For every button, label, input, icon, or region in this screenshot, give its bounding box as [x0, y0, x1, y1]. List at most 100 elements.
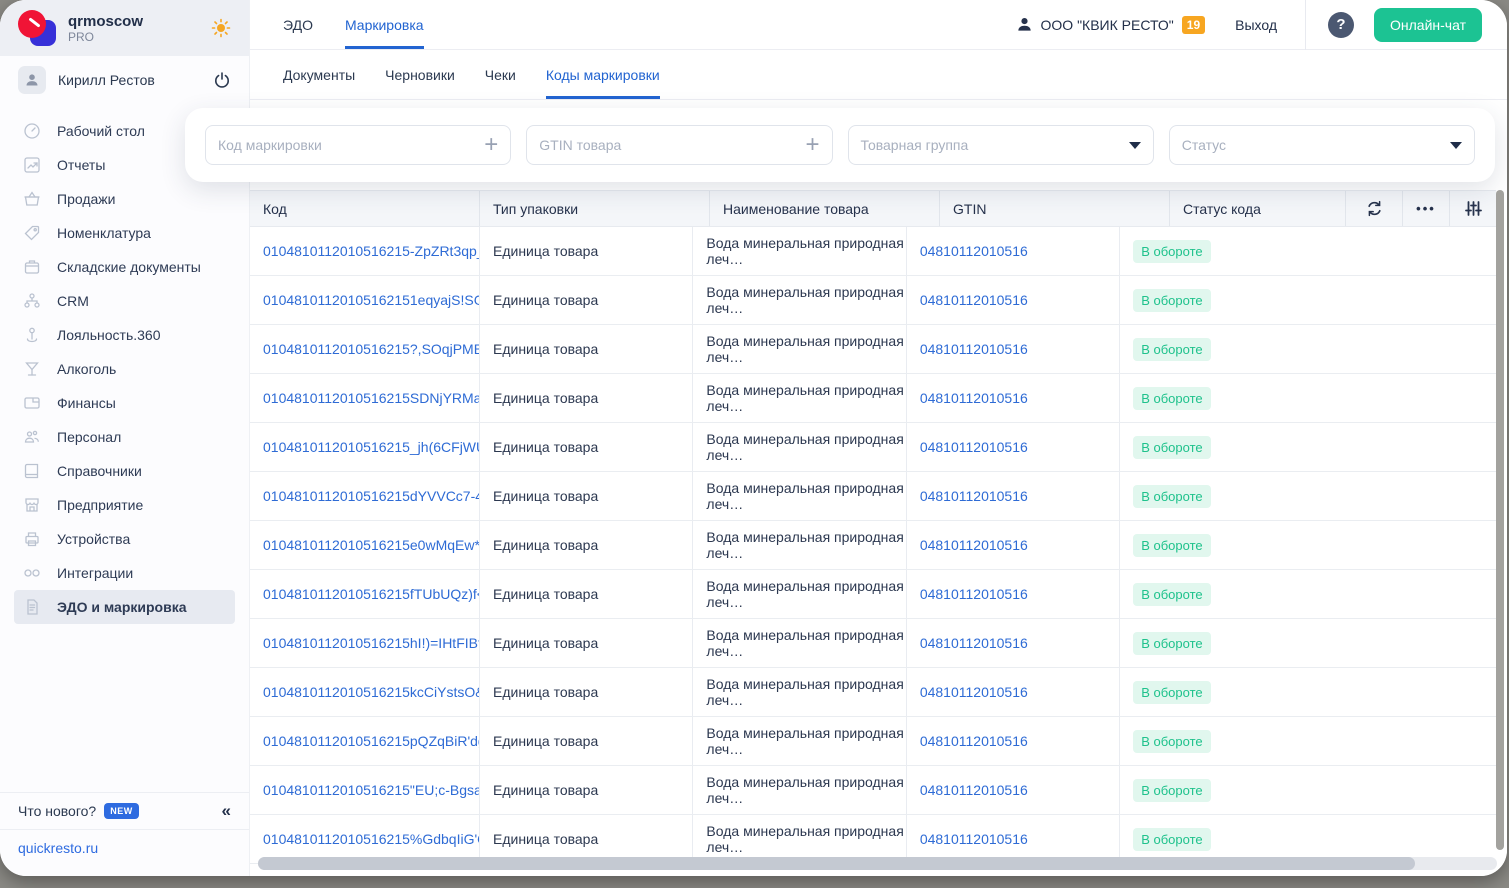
- sidebar-item-edo[interactable]: ЭДО и маркировка: [14, 590, 235, 624]
- sidebar-item-warehouse-docs[interactable]: Складские документы: [14, 250, 235, 284]
- vertical-scrollbar[interactable]: [1496, 190, 1504, 850]
- col-product[interactable]: Наименование товара: [710, 191, 940, 226]
- status-select[interactable]: Статус: [1169, 125, 1475, 165]
- sidebar-item-references[interactable]: Справочники: [14, 454, 235, 488]
- col-packaging[interactable]: Тип упаковки: [480, 191, 710, 226]
- table-row: 0104810112010516215fTUbUQz)f<8u Единица т…: [250, 570, 1496, 619]
- cell-packaging: Единица товара: [480, 276, 693, 324]
- more-actions-button[interactable]: •••: [1403, 191, 1450, 226]
- col-gtin[interactable]: GTIN: [940, 191, 1170, 226]
- sidebar-item-alcohol[interactable]: Алкоголь: [14, 352, 235, 386]
- user-row: Кирилл Рестов: [0, 56, 249, 104]
- col-code[interactable]: Код: [250, 191, 480, 226]
- sidebar-item-loyalty[interactable]: Лояльность.360: [14, 318, 235, 352]
- add-code-filter-icon[interactable]: +: [484, 135, 498, 155]
- gtin-link[interactable]: 04810112010516: [920, 292, 1028, 308]
- gtin-link[interactable]: 04810112010516: [920, 439, 1028, 455]
- packaging-type: Единица товара: [493, 439, 598, 455]
- cell-code: 0104810112010516215hI!)=IHtFIBt: [250, 619, 480, 667]
- cell-status: В обороте: [1120, 570, 1496, 618]
- sidebar-item-devices[interactable]: Устройства: [14, 522, 235, 556]
- online-chat-button[interactable]: Онлайн-чат: [1374, 8, 1482, 42]
- martini-icon: [22, 360, 42, 378]
- status-badge: В обороте: [1133, 828, 1210, 851]
- cell-status: В обороте: [1120, 815, 1496, 863]
- status-badge: В обороте: [1133, 436, 1210, 459]
- marking-code-link[interactable]: 0104810112010516215"EU;c-BgsaXw: [263, 782, 479, 798]
- whats-new-link[interactable]: Что нового?: [18, 803, 96, 819]
- column-settings-button[interactable]: [1450, 191, 1496, 226]
- sidebar-item-staff[interactable]: Персонал: [14, 420, 235, 454]
- packaging-type: Единица товара: [493, 586, 598, 602]
- cell-packaging: Единица товара: [480, 521, 693, 569]
- gtin-link[interactable]: 04810112010516: [920, 488, 1028, 504]
- gtin-link[interactable]: 04810112010516: [920, 537, 1028, 553]
- brand-plan: PRO: [68, 30, 143, 44]
- quickresto-site-link[interactable]: quickresto.ru: [18, 840, 98, 856]
- sidebar-item-label: Справочники: [57, 463, 142, 479]
- packaging-type: Единица товара: [493, 635, 598, 651]
- horizontal-scrollbar[interactable]: [258, 857, 1497, 870]
- add-gtin-filter-icon[interactable]: +: [805, 135, 819, 155]
- marking-code-link[interactable]: 0104810112010516215e0wMqEw*k,'s: [263, 537, 479, 553]
- loyalty-icon: [22, 326, 42, 344]
- tab-marking[interactable]: Маркировка: [345, 0, 424, 49]
- marking-code-link[interactable]: 0104810112010516215?,SOqjPMBC…: [263, 341, 479, 357]
- subtab-drafts[interactable]: Черновики: [385, 50, 455, 99]
- marking-code-link[interactable]: 0104810112010516215%GdbqIiG'OPr: [263, 831, 479, 847]
- theme-sun-icon[interactable]: [211, 18, 231, 38]
- marking-code-link[interactable]: 0104810112010516215_jh(6CFjWU+x: [263, 439, 479, 455]
- gtin-link[interactable]: 04810112010516: [920, 733, 1028, 749]
- gtin-link[interactable]: 04810112010516: [920, 635, 1028, 651]
- marking-code-link[interactable]: 0104810112010516215SDNjYRMaY…: [263, 390, 479, 406]
- product-name: Вода минеральная природная леч…: [706, 480, 905, 512]
- gtin-link[interactable]: 04810112010516: [920, 341, 1028, 357]
- gtin-link[interactable]: 04810112010516: [920, 684, 1028, 700]
- status-badge: В обороте: [1133, 681, 1210, 704]
- sidebar-item-finance[interactable]: Финансы: [14, 386, 235, 420]
- marking-code-link[interactable]: 0104810112010516215pQZqBiR'dg=8: [263, 733, 479, 749]
- table-header: Код Тип упаковки Наименование товара GTI…: [250, 190, 1496, 227]
- marking-code-link[interactable]: 0104810112010516215hI!)=IHtFIBt: [263, 635, 479, 651]
- person-icon: [1016, 16, 1033, 33]
- sidebar-item-integrations[interactable]: Интеграции: [14, 556, 235, 590]
- logout-power-icon[interactable]: [213, 71, 231, 89]
- cell-status: В обороте: [1120, 374, 1496, 422]
- marking-code-link[interactable]: 0104810112010516215kcCiYstsO&Gk: [263, 684, 479, 700]
- gtin-link[interactable]: 04810112010516: [920, 831, 1028, 847]
- help-icon[interactable]: ?: [1328, 12, 1354, 38]
- marking-code-link[interactable]: 0104810112010516215dYVVCc7-48…: [263, 488, 479, 504]
- col-status[interactable]: Статус кода: [1170, 191, 1346, 226]
- gtin-link[interactable]: 04810112010516: [920, 586, 1028, 602]
- subtab-documents[interactable]: Документы: [283, 50, 355, 99]
- product-group-select[interactable]: Товарная группа: [848, 125, 1154, 165]
- org-selector[interactable]: ООО "КВИК РЕСТО" 19: [1016, 16, 1206, 34]
- gtin-input[interactable]: [539, 137, 805, 153]
- status-badge: В обороте: [1133, 338, 1210, 361]
- sidebar-item-sales[interactable]: Продажи: [14, 182, 235, 216]
- marking-code-link[interactable]: 01048101120105162151eqyajS!SG3K: [263, 292, 479, 308]
- sidebar-item-nomenclature[interactable]: Номенклатура: [14, 216, 235, 250]
- subtab-receipts[interactable]: Чеки: [485, 50, 516, 99]
- gtin-link[interactable]: 04810112010516: [920, 390, 1028, 406]
- refresh-button[interactable]: [1346, 191, 1403, 226]
- marking-code-link[interactable]: 0104810112010516215fTUbUQz)f<8u: [263, 586, 479, 602]
- logout-link[interactable]: Выход: [1235, 17, 1277, 33]
- gtin-link[interactable]: 04810112010516: [920, 243, 1028, 259]
- tab-edo[interactable]: ЭДО: [283, 0, 313, 49]
- packaging-type: Единица товара: [493, 292, 598, 308]
- product-name: Вода минеральная природная леч…: [706, 235, 905, 267]
- table-row: 01048101120105162151eqyajS!SG3K Единица т…: [250, 276, 1496, 325]
- cell-gtin: 04810112010516: [907, 766, 1120, 814]
- marking-code-input[interactable]: [218, 137, 484, 153]
- sidebar-item-enterprise[interactable]: Предприятие: [14, 488, 235, 522]
- marking-code-link[interactable]: 0104810112010516215-ZpZRt3qp_JK: [263, 243, 479, 259]
- cell-code: 0104810112010516215?,SOqjPMBC…: [250, 325, 480, 373]
- table-row: 0104810112010516215-ZpZRt3qp_JKЕдиница т…: [250, 227, 1496, 276]
- user-avatar: [18, 66, 46, 94]
- gtin-link[interactable]: 04810112010516: [920, 782, 1028, 798]
- cell-code: 0104810112010516215fTUbUQz)f<8u: [250, 570, 480, 618]
- collapse-sidebar-icon[interactable]: «: [222, 801, 231, 821]
- subtab-marking-codes[interactable]: Коды маркировки: [546, 50, 660, 99]
- sidebar-item-crm[interactable]: CRM: [14, 284, 235, 318]
